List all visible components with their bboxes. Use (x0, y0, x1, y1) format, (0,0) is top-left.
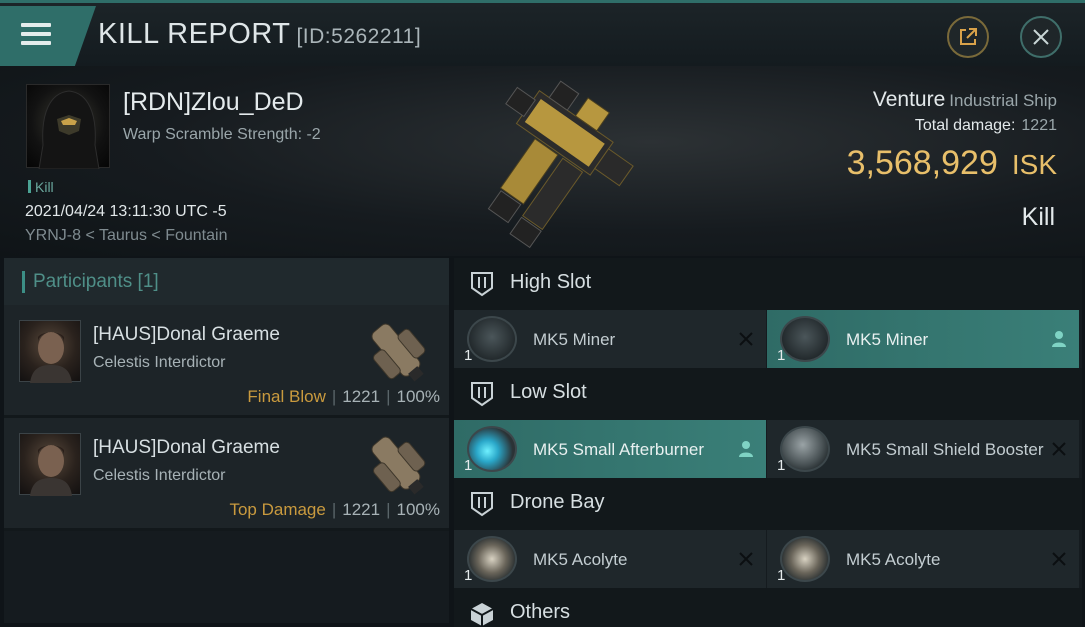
report-id: [ID:5262211] (296, 25, 422, 48)
item-name: MK5 Acolyte (846, 550, 941, 569)
pilot-portrait-icon (30, 332, 72, 383)
close-button[interactable] (1020, 16, 1062, 58)
drone-bay-title: Drone Bay (510, 491, 605, 513)
victim-header: [RDN]Zlou_DeD Warp Scramble Strength: -2… (0, 66, 1085, 256)
fitted-item[interactable]: 1 MK5 Acolyte (454, 530, 766, 588)
item-name: MK5 Small Shield Booster (846, 440, 1044, 459)
item-quantity: 1 (777, 347, 786, 364)
top-bar: KILL REPORT [ID:5262211] (0, 0, 1085, 66)
close-icon (1033, 29, 1049, 45)
participant-ship: Celestis Interdictor (93, 354, 226, 371)
low-slot-header: Low Slot (454, 368, 1082, 420)
kill-date: 2021/04/24 13:11:30 UTC -5 (25, 203, 227, 220)
total-damage-value: 1221 (1021, 117, 1057, 134)
item-name: MK5 Small Afterburner (533, 440, 705, 459)
page-title: KILL REPORT [ID:5262211] (98, 18, 421, 51)
item-name: MK5 Miner (533, 330, 616, 349)
warp-scramble-strength: Warp Scramble Strength: -2 (123, 126, 321, 143)
participant-percent: 100% (396, 500, 440, 519)
fitted-item[interactable]: 1 MK5 Miner (767, 310, 1079, 368)
afterburner-icon (467, 426, 517, 472)
isk-amount: 3,568,929 (846, 144, 998, 182)
cube-icon (470, 603, 494, 626)
item-quantity: 1 (464, 347, 473, 364)
drone-bay-header: Drone Bay (454, 478, 1082, 530)
kill-tag: Kill (28, 179, 54, 195)
item-quantity: 1 (464, 567, 473, 584)
top-damage-label: Top Damage (229, 500, 326, 519)
high-slot-items: 1 MK5 Miner 1 MK5 Miner (454, 310, 1082, 368)
kill-location[interactable]: YRNJ-8 < Taurus < Fountain (25, 227, 227, 245)
external-link-icon (960, 28, 977, 45)
item-quantity: 1 (777, 457, 786, 474)
isk-unit: ISK (1011, 149, 1057, 180)
acolyte-drone-icon (467, 536, 517, 582)
pilot-portrait-icon (30, 445, 72, 496)
close-icon (739, 332, 753, 346)
participant-damage: 1221 (342, 500, 381, 519)
miner-icon (467, 316, 517, 362)
fitting-panel: High Slot 1 MK5 Miner 1 MK5 Miner Low Sl… (454, 258, 1082, 627)
menu-button[interactable] (0, 6, 96, 66)
kill-tag-label: Kill (35, 179, 54, 195)
victim-avatar[interactable] (26, 84, 110, 170)
celestis-ship-icon[interactable] (356, 311, 440, 391)
participant-name[interactable]: [HAUS]Donal Graeme (93, 324, 280, 346)
item-quantity: 1 (777, 567, 786, 584)
person-icon (1052, 331, 1066, 347)
participant-damage: 1221 (342, 387, 381, 406)
acolyte-drone-icon (780, 536, 830, 582)
participant-name[interactable]: [HAUS]Donal Graeme (93, 437, 280, 459)
participants-header: Participants [1] (4, 258, 449, 305)
fitted-item[interactable]: 1 MK5 Acolyte (767, 530, 1079, 588)
fitted-item[interactable]: 1 MK5 Miner (454, 310, 766, 368)
others-title: Others (510, 601, 571, 623)
participant-row[interactable]: [HAUS]Donal Graeme Celestis Interdictor … (4, 305, 449, 418)
fitted-item[interactable]: 1 MK5 Small Afterburner (454, 420, 766, 478)
low-slot-title: Low Slot (510, 381, 587, 403)
victim-name[interactable]: [RDN]Zlou_DeD (123, 88, 304, 117)
final-blow-label: Final Blow (247, 387, 326, 406)
high-slot-title: High Slot (510, 271, 592, 293)
miner-icon (780, 316, 830, 362)
ship-name[interactable]: Venture (873, 88, 945, 111)
participant-percent: 100% (396, 387, 440, 406)
celestis-ship-icon[interactable] (356, 424, 440, 504)
others-header: Others (454, 588, 1082, 627)
high-slot-icon (471, 272, 493, 297)
participant-stats: Final Blow | 1221 | 100% (247, 387, 440, 406)
report-kind: Kill (1021, 203, 1055, 231)
participants-panel: Participants [1] [HAUS]Donal Graeme Cele… (4, 258, 449, 623)
item-name: MK5 Miner (846, 330, 929, 349)
low-slot-items: 1 MK5 Small Afterburner 1 MK5 Small Shie… (454, 420, 1082, 478)
total-damage-label: Total damage: (914, 117, 1016, 134)
close-icon (739, 552, 753, 566)
venture-ship-image (487, 80, 634, 249)
drone-bay-items: 1 MK5 Acolyte 1 MK5 Acolyte (454, 530, 1082, 588)
drone-bay-icon (471, 492, 493, 517)
item-quantity: 1 (464, 457, 473, 474)
person-icon (739, 441, 753, 457)
title-text: KILL REPORT (98, 18, 291, 50)
share-button[interactable] (947, 16, 989, 58)
hamburger-icon (21, 23, 51, 45)
victim-ship: Venture Industrial Ship (873, 88, 1057, 112)
total-damage: Total damage: 1221 (915, 117, 1057, 135)
ship-class: Industrial Ship (949, 91, 1057, 110)
item-name: MK5 Acolyte (533, 550, 628, 569)
hooded-portrait-icon (38, 90, 100, 170)
fitted-item[interactable]: 1 MK5 Small Shield Booster (767, 420, 1079, 478)
participant-row[interactable]: [HAUS]Donal Graeme Celestis Interdictor … (4, 418, 449, 531)
participant-ship: Celestis Interdictor (93, 467, 226, 484)
high-slot-header: High Slot (454, 258, 1082, 310)
close-icon (1052, 552, 1066, 566)
isk-value: 3,568,929 ISK (847, 144, 1057, 183)
shield-booster-icon (780, 426, 830, 472)
participants-title: Participants [1] (33, 271, 159, 292)
close-icon (1052, 442, 1066, 456)
participant-portrait[interactable] (19, 433, 81, 496)
low-slot-icon (471, 382, 493, 407)
participant-portrait[interactable] (19, 320, 81, 383)
participant-stats: Top Damage | 1221 | 100% (229, 500, 440, 519)
